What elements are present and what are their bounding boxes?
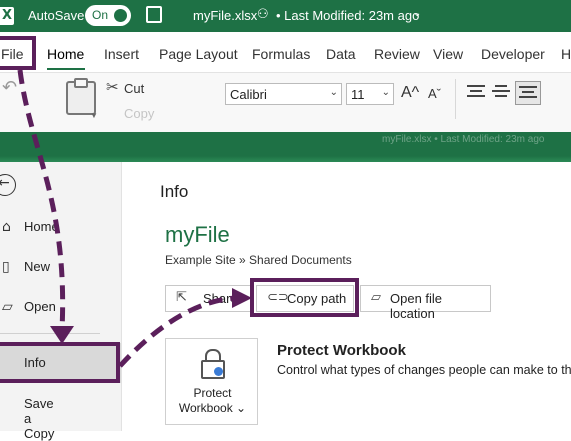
arrowhead-right [232, 288, 252, 308]
arrow-info-to-copy-path [118, 295, 237, 368]
annotation-arrows [17, 69, 252, 368]
arrow-file-to-info [17, 69, 66, 331]
arrowhead-down [50, 326, 74, 344]
